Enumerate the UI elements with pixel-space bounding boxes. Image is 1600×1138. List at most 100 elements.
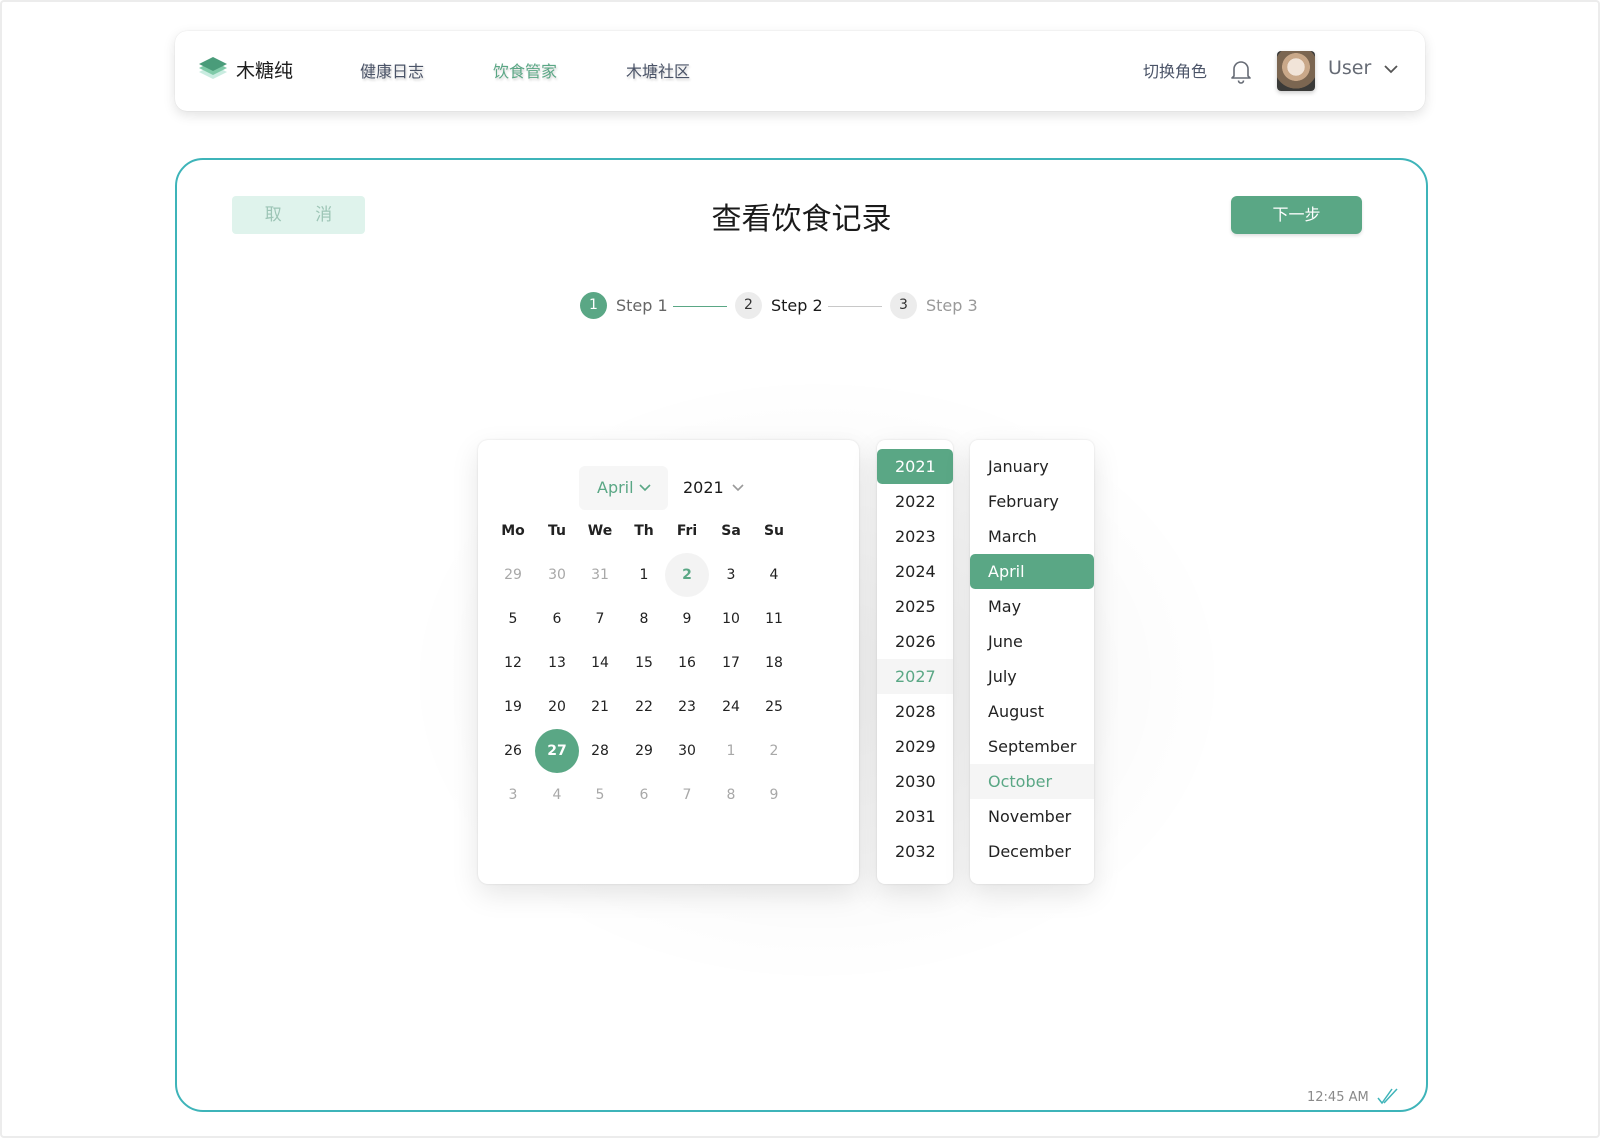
month-option[interactable]: January (970, 449, 1094, 484)
calendar-day[interactable]: 3 (709, 553, 753, 597)
calendar-day[interactable]: 19 (491, 685, 535, 729)
calendar-day[interactable]: 9 (752, 773, 796, 817)
top-navbar: 木糖纯 健康日志 饮食管家 木塘社区 切换角色 User (175, 31, 1425, 111)
weekday-label: Fri (676, 523, 698, 539)
year-option[interactable]: 2023 (877, 519, 953, 554)
calendar-day[interactable]: 6 (535, 597, 579, 641)
user-name[interactable]: User (1328, 57, 1371, 79)
calendar-day[interactable]: 20 (535, 685, 579, 729)
calendar-day[interactable]: 14 (578, 641, 622, 685)
logo-icon (199, 57, 227, 79)
calendar-day[interactable]: 13 (535, 641, 579, 685)
month-select[interactable]: April (579, 466, 668, 510)
year-option[interactable]: 2029 (877, 729, 953, 764)
next-step-button[interactable]: 下一步 (1231, 196, 1362, 234)
calendar-day[interactable]: 1 (709, 729, 753, 773)
month-option[interactable]: July (970, 659, 1094, 694)
calendar-day[interactable]: 5 (578, 773, 622, 817)
calendar-day[interactable]: 25 (752, 685, 796, 729)
nav-link-diet-manager[interactable]: 饮食管家 (493, 58, 557, 82)
year-option[interactable]: 2028 (877, 694, 953, 729)
calendar-day[interactable]: 21 (578, 685, 622, 729)
calendar-day[interactable]: 29 (491, 553, 535, 597)
month-option[interactable]: September (970, 729, 1094, 764)
switch-role-link[interactable]: 切换角色 (1143, 58, 1207, 82)
calendar-day[interactable]: 8 (622, 597, 666, 641)
calendar-day[interactable]: 7 (578, 597, 622, 641)
avatar[interactable] (1277, 51, 1315, 91)
step-2-number: 2 (735, 292, 762, 319)
calendar-panel: April 2021 Mo Tu We Th Fri Sa Su 29 30 31 1 2 3 4 5 6 7… (478, 440, 859, 884)
calendar-day[interactable]: 15 (622, 641, 666, 685)
main-card: 取 消 查看饮食记录 下一步 1 Step 1 2 Step 2 3 Step … (175, 158, 1428, 1112)
calendar-day[interactable]: 4 (535, 773, 579, 817)
step-connector-1 (673, 306, 727, 307)
calendar-day[interactable]: 1 (622, 553, 666, 597)
step-3-label: Step 3 (926, 296, 978, 315)
weekday-label: Mo (501, 523, 525, 539)
step-1-label: Step 1 (616, 296, 668, 315)
calendar-day[interactable]: 27 (535, 729, 579, 773)
month-select-label: April (597, 478, 634, 497)
year-option[interactable]: 2027 (877, 659, 953, 694)
weekday-label: We (587, 523, 613, 539)
month-option[interactable]: May (970, 589, 1094, 624)
step-2-label: Step 2 (771, 296, 823, 315)
calendar-day[interactable]: 11 (752, 597, 796, 641)
double-check-icon (1377, 1088, 1398, 1105)
calendar-day[interactable]: 29 (622, 729, 666, 773)
nav-link-community[interactable]: 木塘社区 (626, 58, 690, 82)
year-option[interactable]: 2022 (877, 484, 953, 519)
calendar-day[interactable]: 18 (752, 641, 796, 685)
calendar-day[interactable]: 4 (752, 553, 796, 597)
step-3-number: 3 (890, 292, 917, 319)
month-option[interactable]: August (970, 694, 1094, 729)
year-list: 2021 2022 2023 2024 2025 2026 2027 2028 2029 2030… (877, 440, 953, 884)
weekday-label: Tu (548, 523, 566, 539)
year-option[interactable]: 2031 (877, 799, 953, 834)
year-select[interactable]: 2021 (683, 466, 753, 510)
calendar-day[interactable]: 12 (491, 641, 535, 685)
calendar-day[interactable]: 28 (578, 729, 622, 773)
calendar-day[interactable]: 31 (578, 553, 622, 597)
calendar-day[interactable]: 3 (491, 773, 535, 817)
month-option[interactable]: February (970, 484, 1094, 519)
month-option[interactable]: November (970, 799, 1094, 834)
calendar-day[interactable]: 24 (709, 685, 753, 729)
year-option[interactable]: 2026 (877, 624, 953, 659)
calendar-day[interactable]: 6 (622, 773, 666, 817)
year-option[interactable]: 2024 (877, 554, 953, 589)
chevron-down-icon[interactable] (1383, 63, 1399, 75)
year-option[interactable]: 2032 (877, 834, 953, 869)
calendar-day[interactable]: 2 (752, 729, 796, 773)
calendar-day[interactable]: 26 (491, 729, 535, 773)
step-1-number: 1 (580, 292, 607, 319)
month-option[interactable]: April (970, 554, 1094, 589)
bell-icon[interactable] (1229, 58, 1253, 84)
weekday-label: Su (763, 523, 785, 539)
calendar-day[interactable]: 16 (665, 641, 709, 685)
month-option[interactable]: December (970, 834, 1094, 869)
chevron-down-icon (639, 484, 651, 492)
calendar-day[interactable]: 23 (665, 685, 709, 729)
calendar-day[interactable]: 8 (709, 773, 753, 817)
month-option[interactable]: June (970, 624, 1094, 659)
weekday-label: Sa (721, 523, 741, 539)
year-option[interactable]: 2030 (877, 764, 953, 799)
calendar-day[interactable]: 17 (709, 641, 753, 685)
calendar-day[interactable]: 2 (665, 553, 709, 597)
calendar-day[interactable]: 30 (665, 729, 709, 773)
month-option[interactable]: October (970, 764, 1094, 799)
calendar-day[interactable]: 30 (535, 553, 579, 597)
calendar-day[interactable]: 7 (665, 773, 709, 817)
calendar-day[interactable]: 9 (665, 597, 709, 641)
nav-link-health-log[interactable]: 健康日志 (360, 58, 424, 82)
calendar-day[interactable]: 22 (622, 685, 666, 729)
year-option[interactable]: 2025 (877, 589, 953, 624)
month-option[interactable]: March (970, 519, 1094, 554)
chevron-down-icon (732, 484, 744, 492)
calendar-day[interactable]: 10 (709, 597, 753, 641)
year-option[interactable]: 2021 (877, 449, 953, 484)
calendar-day[interactable]: 5 (491, 597, 535, 641)
timestamp: 12:45 AM (1307, 1090, 1369, 1105)
